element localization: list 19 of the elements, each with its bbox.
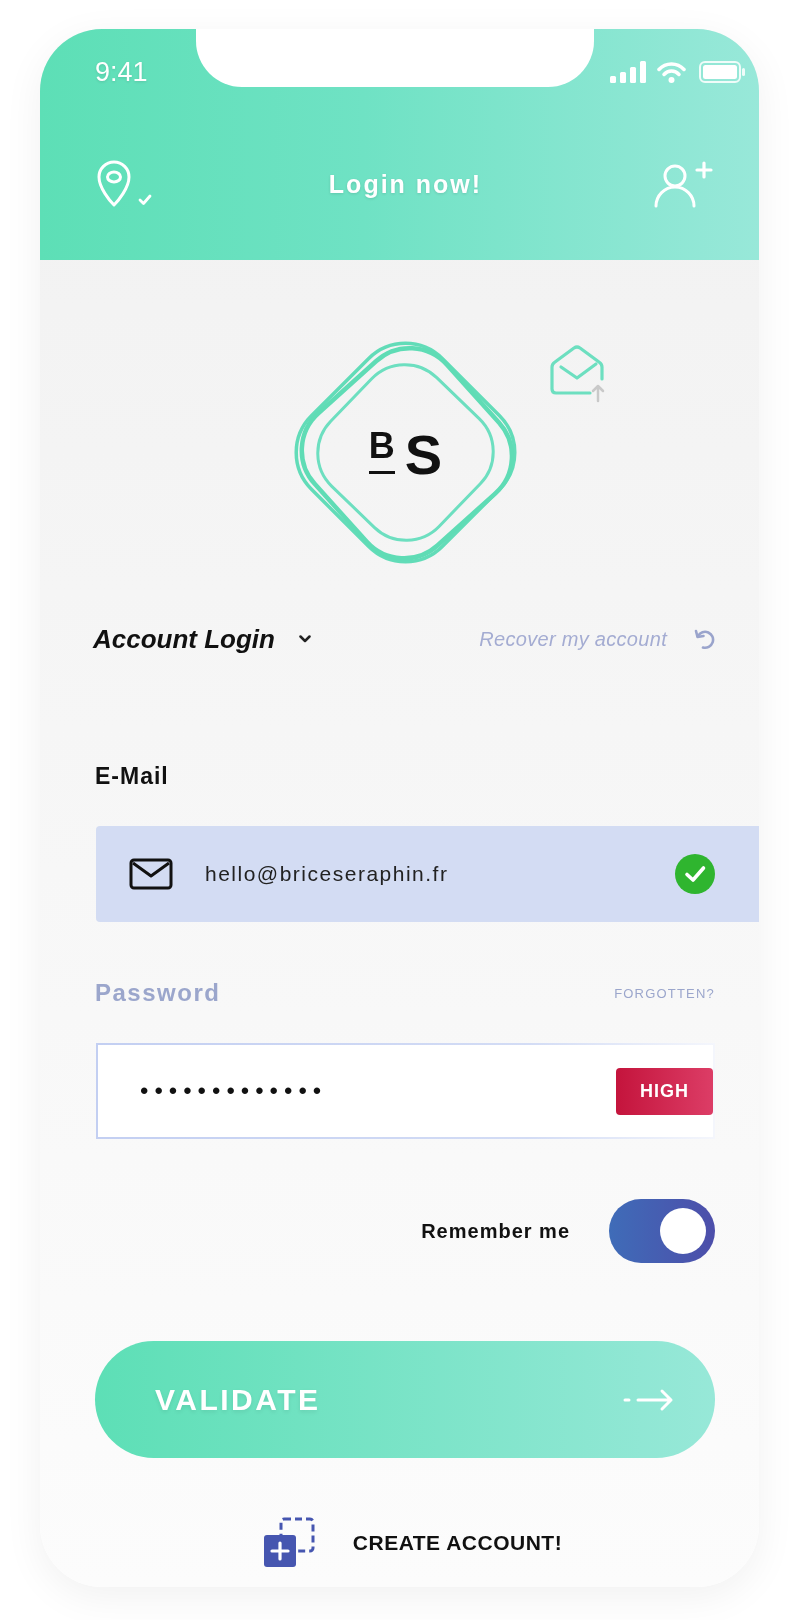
password-label: Password — [95, 979, 221, 1007]
chevron-down-icon — [299, 635, 311, 643]
email-field[interactable]: hello@briceseraphin.fr — [96, 826, 759, 922]
create-account-button[interactable]: CREATE ACCOUNT! — [261, 1517, 563, 1569]
mail-icon — [129, 858, 173, 890]
email-label: E-Mail — [95, 762, 170, 790]
remember-me-label: Remember me — [421, 1219, 570, 1243]
strength-badge: HIGH — [616, 1067, 713, 1115]
add-square-icon — [261, 1517, 316, 1569]
status-time: 9:41 — [95, 57, 148, 87]
battery-icon — [699, 61, 745, 83]
header-title: Login now! — [328, 169, 483, 199]
arrow-right-icon — [623, 1387, 675, 1412]
undo-icon — [693, 628, 715, 650]
password-field[interactable]: ••••••••••••• HIGH — [96, 1043, 715, 1139]
login-type-dropdown[interactable]: Account Login — [93, 623, 311, 655]
signal-icon — [610, 61, 646, 83]
user-add-icon[interactable] — [653, 160, 715, 208]
wifi-icon — [657, 61, 686, 83]
